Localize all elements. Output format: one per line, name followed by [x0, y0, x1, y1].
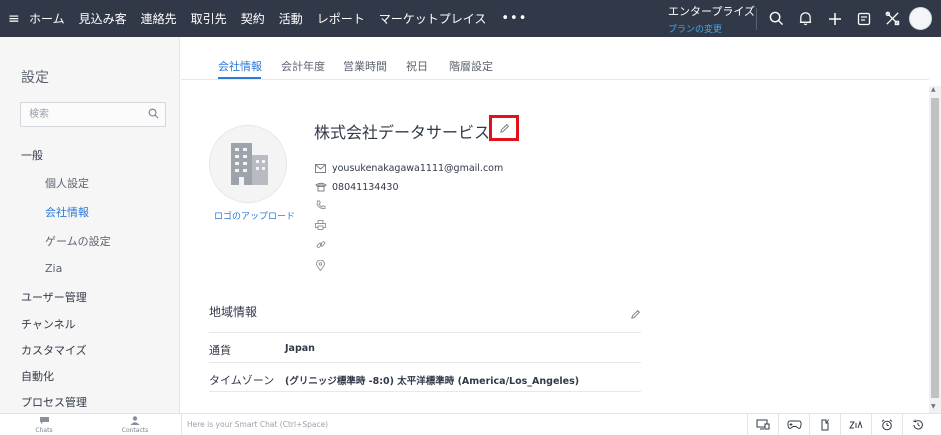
top-navigation-bar: ≡ ホーム 見込み客 連絡先 取引先 契約 活動 レポート マーケットプレイス … [0, 0, 941, 37]
company-address-row [314, 258, 332, 272]
edit-region-button[interactable] [630, 309, 641, 323]
contacts-label: Contacts [121, 427, 149, 434]
nav-reports[interactable]: レポート [310, 10, 372, 27]
nav-activities[interactable]: 活動 [272, 10, 310, 27]
divider [756, 8, 757, 30]
tab-business-hours[interactable]: 営業時間 [343, 58, 387, 74]
search-icon[interactable] [762, 0, 791, 37]
company-info-panel: 会社情報 会計年度 営業時間 祝日 階層設定 ロゴのアップロード 株式会社データ… [181, 37, 929, 413]
scrollbar-thumb[interactable] [931, 98, 939, 398]
telephone-icon [314, 181, 327, 194]
nav-accounts[interactable]: 取引先 [184, 10, 234, 27]
company-logo-placeholder[interactable] [209, 125, 287, 203]
company-email[interactable]: yousukenakagawa1111@gmail.com [332, 163, 503, 174]
sidebar-search [20, 102, 166, 127]
logo-upload-link[interactable]: ロゴのアップロード [214, 209, 295, 222]
sidebar-section-process[interactable]: プロセス管理 [21, 394, 87, 410]
sidebar-item-game[interactable]: ゲームの設定 [45, 233, 111, 249]
nav-deals[interactable]: 契約 [234, 10, 272, 27]
divider [209, 362, 641, 363]
calendar-icon[interactable] [849, 0, 878, 37]
sidebar-title: 設定 [21, 70, 49, 86]
sidebar-section-general[interactable]: 一般 [21, 147, 43, 163]
company-website-row [314, 238, 332, 252]
chat-icon [39, 417, 49, 424]
contact-icon [130, 416, 140, 425]
scroll-up-arrow-icon[interactable]: ▲ [931, 86, 936, 93]
screen-share-icon[interactable] [747, 414, 778, 435]
pencil-icon [499, 123, 509, 133]
feed-icon[interactable] [809, 414, 840, 435]
history-icon[interactable] [902, 414, 933, 435]
timezone-value: (グリニッジ標準時 -8:0) 太平洋標準時 (America/Los_Ange… [285, 376, 580, 387]
bottom-bar: Chats Contacts [0, 413, 941, 435]
tab-company-info[interactable]: 会社情報 [218, 58, 262, 74]
tab-fiscal-year[interactable]: 会計年度 [281, 58, 325, 74]
plus-icon[interactable] [820, 0, 849, 37]
company-phone[interactable]: 08041134430 [332, 182, 399, 193]
chats-label: Chats [35, 427, 53, 434]
timezone-label: タイムゾーン [209, 374, 275, 387]
settings-sidebar: 設定 一般 個人設定 会社情報 ゲームの設定 Zia ユーザー管理 チャンネル … [0, 37, 180, 413]
top-icon-bar [762, 0, 907, 37]
user-avatar[interactable] [909, 7, 932, 30]
sidebar-item-company[interactable]: 会社情報 [45, 204, 89, 220]
region-info-title: 地域情報 [209, 305, 258, 319]
currency-value: Japan [285, 343, 315, 354]
nav-marketplace[interactable]: マーケットプレイス [372, 10, 494, 27]
sidebar-item-zia[interactable]: Zia [45, 262, 62, 275]
printer-icon [314, 219, 327, 232]
sidebar-section-channels[interactable]: チャンネル [21, 316, 76, 332]
smart-chat-input[interactable] [182, 414, 582, 434]
link-icon [314, 239, 327, 252]
search-icon[interactable] [148, 108, 159, 122]
sidebar-search-input[interactable] [21, 103, 139, 126]
divider [209, 332, 641, 333]
divider [209, 391, 641, 392]
chats-button[interactable]: Chats [32, 415, 56, 434]
settings-tabs: 会社情報 会計年度 営業時間 祝日 階層設定 [181, 37, 929, 80]
sidebar-section-automation[interactable]: 自動化 [21, 368, 54, 384]
bell-icon[interactable] [791, 0, 820, 37]
edit-company-name-button[interactable] [489, 115, 519, 141]
company-mobile-row [314, 198, 332, 212]
tab-holidays[interactable]: 祝日 [406, 58, 428, 74]
location-pin-icon [314, 259, 327, 272]
nav-home[interactable]: ホーム [22, 10, 72, 27]
nav-contacts[interactable]: 連絡先 [134, 10, 184, 27]
tools-icon[interactable] [878, 0, 907, 37]
mail-icon [314, 162, 327, 175]
phone-icon [314, 199, 327, 212]
building-icon [231, 143, 268, 185]
pencil-icon [631, 310, 640, 319]
company-name: 株式会社データサービス [314, 123, 491, 142]
nav-more-button[interactable]: ••• [493, 11, 535, 26]
main-nav: ホーム 見込み客 連絡先 取引先 契約 活動 レポート マーケットプレイス ••… [22, 10, 535, 27]
alarm-clock-icon[interactable] [871, 414, 902, 435]
nav-leads[interactable]: 見込み客 [72, 10, 134, 27]
sidebar-item-personal[interactable]: 個人設定 [45, 175, 89, 191]
scroll-down-arrow-icon[interactable]: ▼ [931, 403, 936, 410]
edition-info: エンタープライズ プランの変更 [668, 3, 758, 35]
active-tab-indicator [218, 77, 261, 79]
sidebar-section-customize[interactable]: カスタマイズ [21, 342, 87, 358]
bottom-icon-bar [747, 414, 933, 435]
hamburger-icon[interactable]: ≡ [0, 11, 22, 27]
edition-name: エンタープライズ [668, 5, 756, 18]
gamepad-icon[interactable] [778, 414, 809, 435]
currency-label: 通貨 [209, 344, 231, 357]
smart-chat-bar [181, 414, 741, 435]
tab-hierarchy[interactable]: 階層設定 [449, 58, 493, 74]
change-plan-link[interactable]: プランの変更 [668, 22, 758, 35]
company-phone-row: 08041134430 [314, 180, 399, 194]
contacts-button[interactable]: Contacts [120, 415, 150, 434]
zia-icon[interactable] [840, 414, 871, 435]
company-fax-row [314, 218, 332, 232]
company-email-row: yousukenakagawa1111@gmail.com [314, 161, 503, 175]
sidebar-section-users[interactable]: ユーザー管理 [21, 289, 87, 305]
